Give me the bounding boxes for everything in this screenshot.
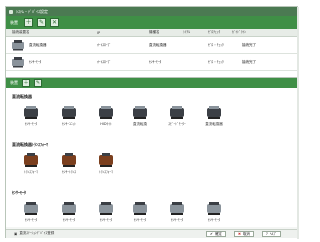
pump-device-icon: [60, 104, 78, 120]
device-item[interactable]: 直流転換器: [200, 104, 228, 127]
transformer-device-icon: [97, 152, 115, 168]
device-item[interactable]: 直流転換: [126, 104, 154, 127]
row-ip: ｵｰﾄｽﾛｰﾌﾞ: [97, 59, 111, 64]
toolbar: 装置 ＋ ✎ ✕: [6, 16, 297, 29]
device-item[interactable]: ｾﾝｻｰﾓｰﾀ: [126, 200, 154, 223]
edit-icon[interactable]: ✎: [37, 18, 46, 27]
help-label: ﾍﾙﾌﾟ: [269, 231, 277, 236]
device-label: 直流転換: [133, 122, 147, 126]
row-ip: ｵｰﾄｽﾛｰﾌﾞ: [97, 42, 111, 47]
pump-device-icon: [11, 39, 25, 51]
row-guide: 接続完了: [242, 59, 256, 64]
device-item[interactable]: ｾﾝｻｰﾓｰﾀ: [17, 104, 45, 127]
row-zero: ｾﾞﾛ・ﾁｪｯｸ: [208, 59, 224, 64]
group-title: 直流転換器ﾄﾗﾝｽﾌｫｰﾏ: [12, 142, 48, 147]
check-icon: ✔: [210, 232, 213, 236]
row-zero: ｾﾞﾛ・ﾁｪｯｸ: [208, 42, 224, 47]
palette-toolbar: 装置 ＋ ✎: [6, 78, 297, 88]
pump-device-icon: [22, 104, 40, 120]
transformer-device-icon: [22, 152, 40, 168]
device-item[interactable]: ｾﾝｻｰﾓｰﾀ: [92, 200, 120, 223]
cancel-button[interactable]: ✖ 取消: [234, 231, 254, 237]
ok-label: 確定: [214, 231, 222, 236]
group-title: 直流転換器: [12, 94, 32, 99]
status-text: 直流ｽﾃｰｼｮﾝﾃﾞﾊﾞｲｽ登録: [19, 231, 55, 235]
device-label: ｾﾝｻｰﾓｰﾀ: [62, 218, 76, 222]
device-label: ｾﾝｻｰﾕﾆｯﾄ: [62, 122, 76, 126]
device-palette: 装置 ＋ ✎ 直流転換器 ｾﾝｻｰﾓｰﾀ ｾﾝｻｰﾕﾆｯﾄ HIDﾗｲﾄ 直流転…: [6, 77, 297, 227]
status-left[interactable]: ▣ 直流ｽﾃｰｼｮﾝﾃﾞﾊﾞｲｽ登録: [14, 231, 54, 236]
cancel-label: 取消: [242, 231, 250, 236]
device-item[interactable]: ｾﾝｻｰﾓｰﾀ: [55, 200, 83, 223]
motor-device-icon: [205, 200, 223, 216]
pump-device-icon: [205, 104, 223, 120]
motor-device-icon: [168, 200, 186, 216]
device-label: ｾﾝｻｰﾓｰﾀ: [24, 122, 38, 126]
help-icon: ?: [266, 232, 268, 236]
edit-icon[interactable]: ✎: [34, 79, 42, 87]
scrollbar[interactable]: [297, 7, 299, 239]
table-header: 接続装置名 IP 機種名 ｼﾘｱﾙ ｾﾞﾛﾁｪｯｸ ｶﾞｲﾄﾞﾗｲﾝ: [6, 29, 297, 37]
group-title: ｾﾝｻｰﾓｰﾀ: [12, 190, 26, 195]
motor-device-icon: [22, 200, 40, 216]
device-label: ｾﾝｻｰﾓｰﾀ: [133, 218, 147, 222]
row-guide: 接続完了: [242, 42, 256, 47]
device-item[interactable]: ﾄﾗﾝｽﾌｫｰﾏ: [92, 152, 120, 175]
plus-icon[interactable]: ＋: [24, 18, 33, 27]
pump-device-icon: [97, 104, 115, 120]
pump-device-icon: [131, 104, 149, 120]
motor-device-icon: [11, 56, 25, 68]
row-name: ｾﾝｻｰﾓｰﾀ: [29, 59, 42, 64]
device-item[interactable]: HIDﾗｲﾄ: [92, 104, 120, 127]
pump-device-icon: [168, 104, 186, 120]
device-label: 直流転換器: [205, 122, 223, 126]
device-register-icon: ▣: [14, 231, 18, 236]
device-item[interactable]: ｽﾋﾟｰﾄﾞﾓｰﾀｰ: [163, 104, 191, 127]
device-label: ｽﾋﾟｰﾄﾞﾓｰﾀｰ: [168, 122, 186, 126]
device-label: ｾﾝｻｰﾓｰﾀ: [170, 218, 184, 222]
device-item[interactable]: ｾﾝｻｰﾓｰﾀ: [17, 200, 45, 223]
device-label: ｾﾝｻｰﾓｰﾀ: [207, 218, 221, 222]
transformer-device-icon: [60, 152, 78, 168]
window-title: ｼｽﾃﾑ・ﾃﾞﾊﾞｲｽ設定: [16, 8, 48, 14]
delete-icon[interactable]: ✕: [50, 18, 59, 27]
col-header: ｶﾞｲﾄﾞﾗｲﾝ: [232, 30, 246, 34]
device-label: ｾﾝｻｰﾄﾗﾝｽ: [62, 170, 76, 174]
device-label: ｾﾝｻｰﾓｰﾀ: [24, 218, 38, 222]
close-icon: ✖: [238, 232, 241, 236]
device-item[interactable]: ｾﾝｻｰﾕﾆｯﾄ: [55, 104, 83, 127]
palette-label: 装置: [10, 80, 18, 85]
table-row[interactable]: 直流転換器 ｵｰﾄｽﾛｰﾌﾞ 直流転換器 ｾﾞﾛ・ﾁｪｯｸ 接続完了: [6, 37, 297, 54]
device-label: ﾄﾗﾝｽﾌｫｰﾏ: [99, 170, 113, 174]
app-icon: [9, 9, 13, 14]
col-header: ｾﾞﾛﾁｪｯｸ: [208, 30, 221, 34]
titlebar: ｼｽﾃﾑ・ﾃﾞﾊﾞｲｽ設定: [6, 7, 297, 16]
col-header: ｼﾘｱﾙ: [183, 30, 190, 34]
device-item[interactable]: ﾄﾗﾝｽﾌｫｰﾏ: [17, 152, 45, 175]
motor-device-icon: [131, 200, 149, 216]
app-window: ｼｽﾃﾑ・ﾃﾞﾊﾞｲｽ設定 装置 ＋ ✎ ✕ 接続装置名 IP 機種名 ｼﾘｱﾙ…: [5, 6, 299, 239]
device-item[interactable]: ｾﾝｻｰﾓｰﾀ: [200, 200, 228, 223]
device-item[interactable]: ｾﾝｻｰﾓｰﾀ: [163, 200, 191, 223]
row-model: 直流転換器: [149, 42, 167, 47]
row-name: 直流転換器: [29, 42, 47, 47]
table-row[interactable]: ｾﾝｻｰﾓｰﾀ ｵｰﾄｽﾛｰﾌﾞ ｾﾝｻｰﾓｰﾀ ｾﾞﾛ・ﾁｪｯｸ 接続完了: [6, 54, 297, 71]
ok-button[interactable]: ✔ 確定: [206, 231, 226, 237]
toolbar-label: 装置: [10, 19, 18, 25]
status-bar: ▣ 直流ｽﾃｰｼｮﾝﾃﾞﾊﾞｲｽ登録 ✔ 確定 ✖ 取消 ? ﾍﾙﾌﾟ: [6, 229, 297, 238]
motor-device-icon: [60, 200, 78, 216]
motor-device-icon: [97, 200, 115, 216]
plus-icon[interactable]: ＋: [22, 79, 30, 87]
device-label: ﾄﾗﾝｽﾌｫｰﾏ: [24, 170, 38, 174]
col-header: 接続装置名: [12, 30, 30, 34]
col-header: 機種名: [149, 30, 160, 34]
device-label: HIDﾗｲﾄ: [100, 122, 112, 126]
device-table: 直流転換器 ｵｰﾄｽﾛｰﾌﾞ 直流転換器 ｾﾞﾛ・ﾁｪｯｸ 接続完了 ｾﾝｻｰﾓ…: [6, 37, 297, 77]
help-button[interactable]: ? ﾍﾙﾌﾟ: [262, 231, 281, 237]
device-label: ｾﾝｻｰﾓｰﾀ: [99, 218, 113, 222]
col-header: IP: [97, 30, 101, 35]
row-model: ｾﾝｻｰﾓｰﾀ: [149, 59, 162, 64]
device-item[interactable]: ｾﾝｻｰﾄﾗﾝｽ: [55, 152, 83, 175]
